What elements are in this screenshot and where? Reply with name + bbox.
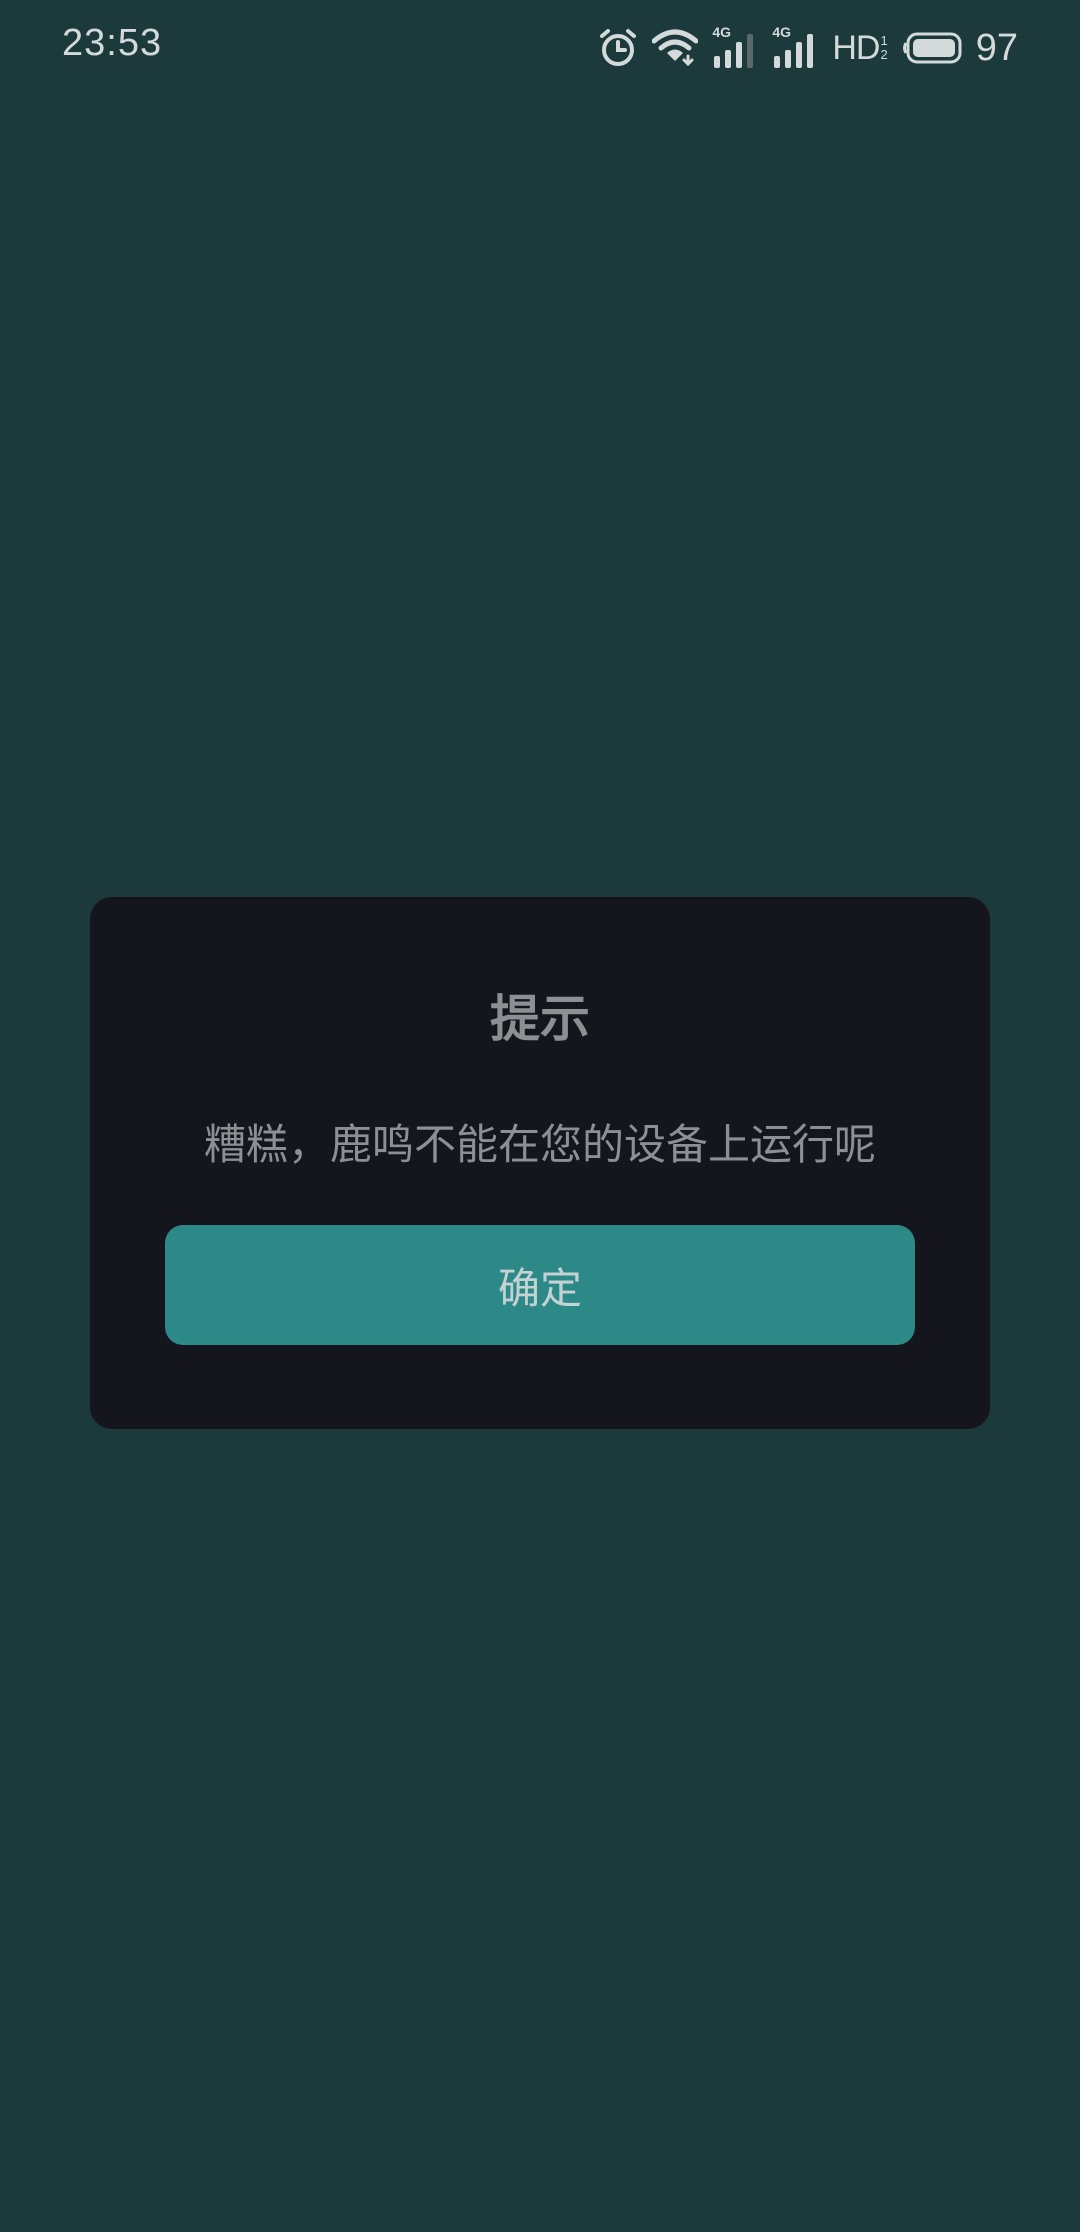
hd-icon: HD 1 2 (832, 28, 888, 67)
alert-dialog: 提示 糟糕，鹿鸣不能在您的设备上运行呢 确定 (90, 897, 990, 1429)
battery-level: 97 (975, 26, 1018, 69)
dialog-title: 提示 (490, 990, 590, 1048)
status-time: 23:53 (62, 22, 163, 64)
confirm-button[interactable]: 确定 (165, 1225, 915, 1345)
status-bar: 23:53 4G 4G HD 1 2 97 (0, 0, 1080, 96)
alarm-icon (598, 28, 638, 68)
dialog-message: 糟糕，鹿鸣不能在您的设备上运行呢 (203, 1120, 876, 1169)
battery-icon (902, 31, 962, 65)
wifi-icon (652, 29, 699, 67)
signal-4g-icon: 4G (712, 24, 758, 68)
signal-4g-icon: 4G (772, 24, 818, 68)
status-icons: 4G 4G HD 1 2 97 (598, 22, 1018, 74)
